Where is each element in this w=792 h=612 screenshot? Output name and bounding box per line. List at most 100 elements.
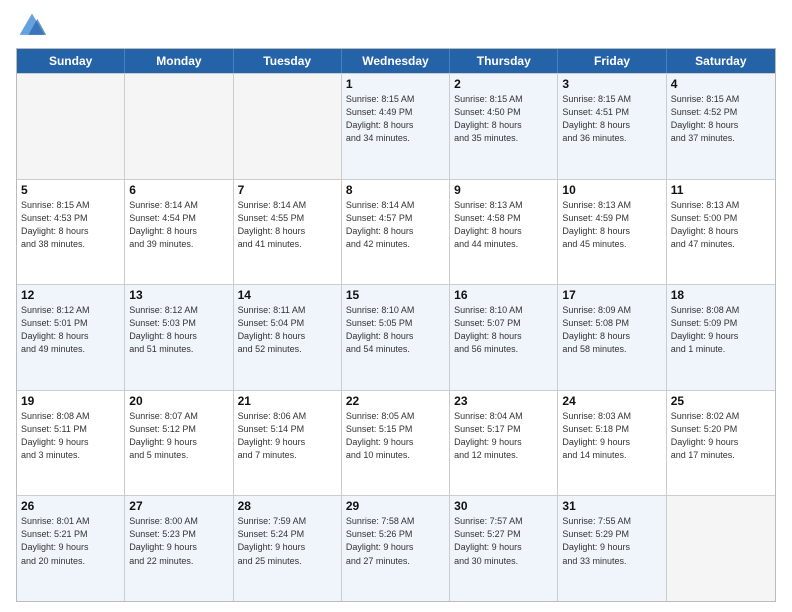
day-number: 18 <box>671 288 771 302</box>
day-cell-20: 20 Sunrise: 8:07 AM Sunset: 5:12 PM Dayli… <box>125 391 233 496</box>
day-info: Sunrise: 8:13 AM Sunset: 4:59 PM Dayligh… <box>562 199 661 251</box>
day-info: Sunrise: 8:11 AM Sunset: 5:04 PM Dayligh… <box>238 304 337 356</box>
day-cell-13: 13 Sunrise: 8:12 AM Sunset: 5:03 PM Dayli… <box>125 285 233 390</box>
day-cell-30: 30 Sunrise: 7:57 AM Sunset: 5:27 PM Dayli… <box>450 496 558 601</box>
day-cell-6: 6Sunrise: 8:14 AM Sunset: 4:54 PM Daylig… <box>125 180 233 285</box>
logo-icon <box>16 10 48 42</box>
day-number: 3 <box>562 77 661 91</box>
day-info: Sunrise: 8:14 AM Sunset: 4:54 PM Dayligh… <box>129 199 228 251</box>
day-cell-16: 16 Sunrise: 8:10 AM Sunset: 5:07 PM Dayli… <box>450 285 558 390</box>
day-info: Sunrise: 7:55 AM Sunset: 5:29 PM Dayligh… <box>562 515 661 567</box>
day-number: 8 <box>346 183 445 197</box>
day-info: Sunrise: 8:14 AM Sunset: 4:57 PM Dayligh… <box>346 199 445 251</box>
day-cell-15: 15 Sunrise: 8:10 AM Sunset: 5:05 PM Dayli… <box>342 285 450 390</box>
day-info: Sunrise: 7:59 AM Sunset: 5:24 PM Dayligh… <box>238 515 337 567</box>
day-cell-11: 11 Sunrise: 8:13 AM Sunset: 5:00 PM Dayli… <box>667 180 775 285</box>
day-number: 14 <box>238 288 337 302</box>
day-cell-27: 27Sunrise: 8:00 AM Sunset: 5:23 PM Dayli… <box>125 496 233 601</box>
day-cell-26: 26 Sunrise: 8:01 AM Sunset: 5:21 PM Dayli… <box>17 496 125 601</box>
day-cell-14: 14 Sunrise: 8:11 AM Sunset: 5:04 PM Dayli… <box>234 285 342 390</box>
day-info: Sunrise: 8:04 AM Sunset: 5:17 PM Dayligh… <box>454 410 553 462</box>
day-info: Sunrise: 8:15 AM Sunset: 4:49 PM Dayligh… <box>346 93 445 145</box>
calendar-row-1: 5 Sunrise: 8:15 AM Sunset: 4:53 PM Daylig… <box>17 179 775 285</box>
calendar-row-2: 12 Sunrise: 8:12 AM Sunset: 5:01 PM Dayli… <box>17 284 775 390</box>
day-info: Sunrise: 8:01 AM Sunset: 5:21 PM Dayligh… <box>21 515 120 567</box>
day-cell-4: 4 Sunrise: 8:15 AM Sunset: 4:52 PM Daylig… <box>667 74 775 179</box>
day-number: 5 <box>21 183 120 197</box>
day-info: Sunrise: 8:15 AM Sunset: 4:50 PM Dayligh… <box>454 93 553 145</box>
header <box>16 10 776 42</box>
day-cell-3: 3 Sunrise: 8:15 AM Sunset: 4:51 PM Daylig… <box>558 74 666 179</box>
day-number: 30 <box>454 499 553 513</box>
day-number: 28 <box>238 499 337 513</box>
day-cell-8: 8 Sunrise: 8:14 AM Sunset: 4:57 PM Daylig… <box>342 180 450 285</box>
empty-cell-4-6 <box>667 496 775 601</box>
day-info: Sunrise: 8:15 AM Sunset: 4:52 PM Dayligh… <box>671 93 771 145</box>
day-cell-23: 23 Sunrise: 8:04 AM Sunset: 5:17 PM Dayli… <box>450 391 558 496</box>
day-info: Sunrise: 8:15 AM Sunset: 4:53 PM Dayligh… <box>21 199 120 251</box>
day-cell-10: 10 Sunrise: 8:13 AM Sunset: 4:59 PM Dayli… <box>558 180 666 285</box>
day-cell-22: 22 Sunrise: 8:05 AM Sunset: 5:15 PM Dayli… <box>342 391 450 496</box>
day-info: Sunrise: 8:10 AM Sunset: 5:05 PM Dayligh… <box>346 304 445 356</box>
day-number: 4 <box>671 77 771 91</box>
day-of-week-monday: Monday <box>125 49 233 73</box>
empty-cell-0-0 <box>17 74 125 179</box>
day-number: 17 <box>562 288 661 302</box>
day-number: 7 <box>238 183 337 197</box>
day-number: 29 <box>346 499 445 513</box>
day-number: 31 <box>562 499 661 513</box>
day-info: Sunrise: 8:10 AM Sunset: 5:07 PM Dayligh… <box>454 304 553 356</box>
day-cell-12: 12 Sunrise: 8:12 AM Sunset: 5:01 PM Dayli… <box>17 285 125 390</box>
day-info: Sunrise: 7:58 AM Sunset: 5:26 PM Dayligh… <box>346 515 445 567</box>
day-info: Sunrise: 8:09 AM Sunset: 5:08 PM Dayligh… <box>562 304 661 356</box>
day-info: Sunrise: 8:14 AM Sunset: 4:55 PM Dayligh… <box>238 199 337 251</box>
day-number: 27 <box>129 499 228 513</box>
day-number: 20 <box>129 394 228 408</box>
day-number: 12 <box>21 288 120 302</box>
calendar-header: SundayMondayTuesdayWednesdayThursdayFrid… <box>17 49 775 73</box>
day-cell-19: 19Sunrise: 8:08 AM Sunset: 5:11 PM Dayli… <box>17 391 125 496</box>
day-info: Sunrise: 8:03 AM Sunset: 5:18 PM Dayligh… <box>562 410 661 462</box>
empty-cell-0-1 <box>125 74 233 179</box>
day-info: Sunrise: 7:57 AM Sunset: 5:27 PM Dayligh… <box>454 515 553 567</box>
day-number: 24 <box>562 394 661 408</box>
day-number: 26 <box>21 499 120 513</box>
day-info: Sunrise: 8:06 AM Sunset: 5:14 PM Dayligh… <box>238 410 337 462</box>
day-cell-9: 9 Sunrise: 8:13 AM Sunset: 4:58 PM Daylig… <box>450 180 558 285</box>
day-number: 22 <box>346 394 445 408</box>
day-info: Sunrise: 8:07 AM Sunset: 5:12 PM Dayligh… <box>129 410 228 462</box>
day-info: Sunrise: 8:08 AM Sunset: 5:09 PM Dayligh… <box>671 304 771 356</box>
calendar-row-0: 1Sunrise: 8:15 AM Sunset: 4:49 PM Daylig… <box>17 73 775 179</box>
calendar-row-3: 19Sunrise: 8:08 AM Sunset: 5:11 PM Dayli… <box>17 390 775 496</box>
day-of-week-wednesday: Wednesday <box>342 49 450 73</box>
day-number: 2 <box>454 77 553 91</box>
page: SundayMondayTuesdayWednesdayThursdayFrid… <box>0 0 792 612</box>
day-number: 25 <box>671 394 771 408</box>
day-number: 21 <box>238 394 337 408</box>
day-cell-1: 1Sunrise: 8:15 AM Sunset: 4:49 PM Daylig… <box>342 74 450 179</box>
day-info: Sunrise: 8:08 AM Sunset: 5:11 PM Dayligh… <box>21 410 120 462</box>
day-cell-28: 28 Sunrise: 7:59 AM Sunset: 5:24 PM Dayli… <box>234 496 342 601</box>
day-cell-21: 21 Sunrise: 8:06 AM Sunset: 5:14 PM Dayli… <box>234 391 342 496</box>
day-info: Sunrise: 8:13 AM Sunset: 5:00 PM Dayligh… <box>671 199 771 251</box>
day-info: Sunrise: 8:13 AM Sunset: 4:58 PM Dayligh… <box>454 199 553 251</box>
day-number: 23 <box>454 394 553 408</box>
day-cell-17: 17 Sunrise: 8:09 AM Sunset: 5:08 PM Dayli… <box>558 285 666 390</box>
day-info: Sunrise: 8:12 AM Sunset: 5:03 PM Dayligh… <box>129 304 228 356</box>
day-cell-29: 29 Sunrise: 7:58 AM Sunset: 5:26 PM Dayli… <box>342 496 450 601</box>
day-number: 10 <box>562 183 661 197</box>
day-number: 13 <box>129 288 228 302</box>
day-of-week-tuesday: Tuesday <box>234 49 342 73</box>
day-cell-25: 25Sunrise: 8:02 AM Sunset: 5:20 PM Dayli… <box>667 391 775 496</box>
day-cell-7: 7 Sunrise: 8:14 AM Sunset: 4:55 PM Daylig… <box>234 180 342 285</box>
calendar: SundayMondayTuesdayWednesdayThursdayFrid… <box>16 48 776 602</box>
day-info: Sunrise: 8:15 AM Sunset: 4:51 PM Dayligh… <box>562 93 661 145</box>
day-number: 9 <box>454 183 553 197</box>
day-info: Sunrise: 8:05 AM Sunset: 5:15 PM Dayligh… <box>346 410 445 462</box>
day-of-week-saturday: Saturday <box>667 49 775 73</box>
day-number: 11 <box>671 183 771 197</box>
day-number: 16 <box>454 288 553 302</box>
calendar-body: 1Sunrise: 8:15 AM Sunset: 4:49 PM Daylig… <box>17 73 775 601</box>
day-number: 15 <box>346 288 445 302</box>
day-info: Sunrise: 8:12 AM Sunset: 5:01 PM Dayligh… <box>21 304 120 356</box>
